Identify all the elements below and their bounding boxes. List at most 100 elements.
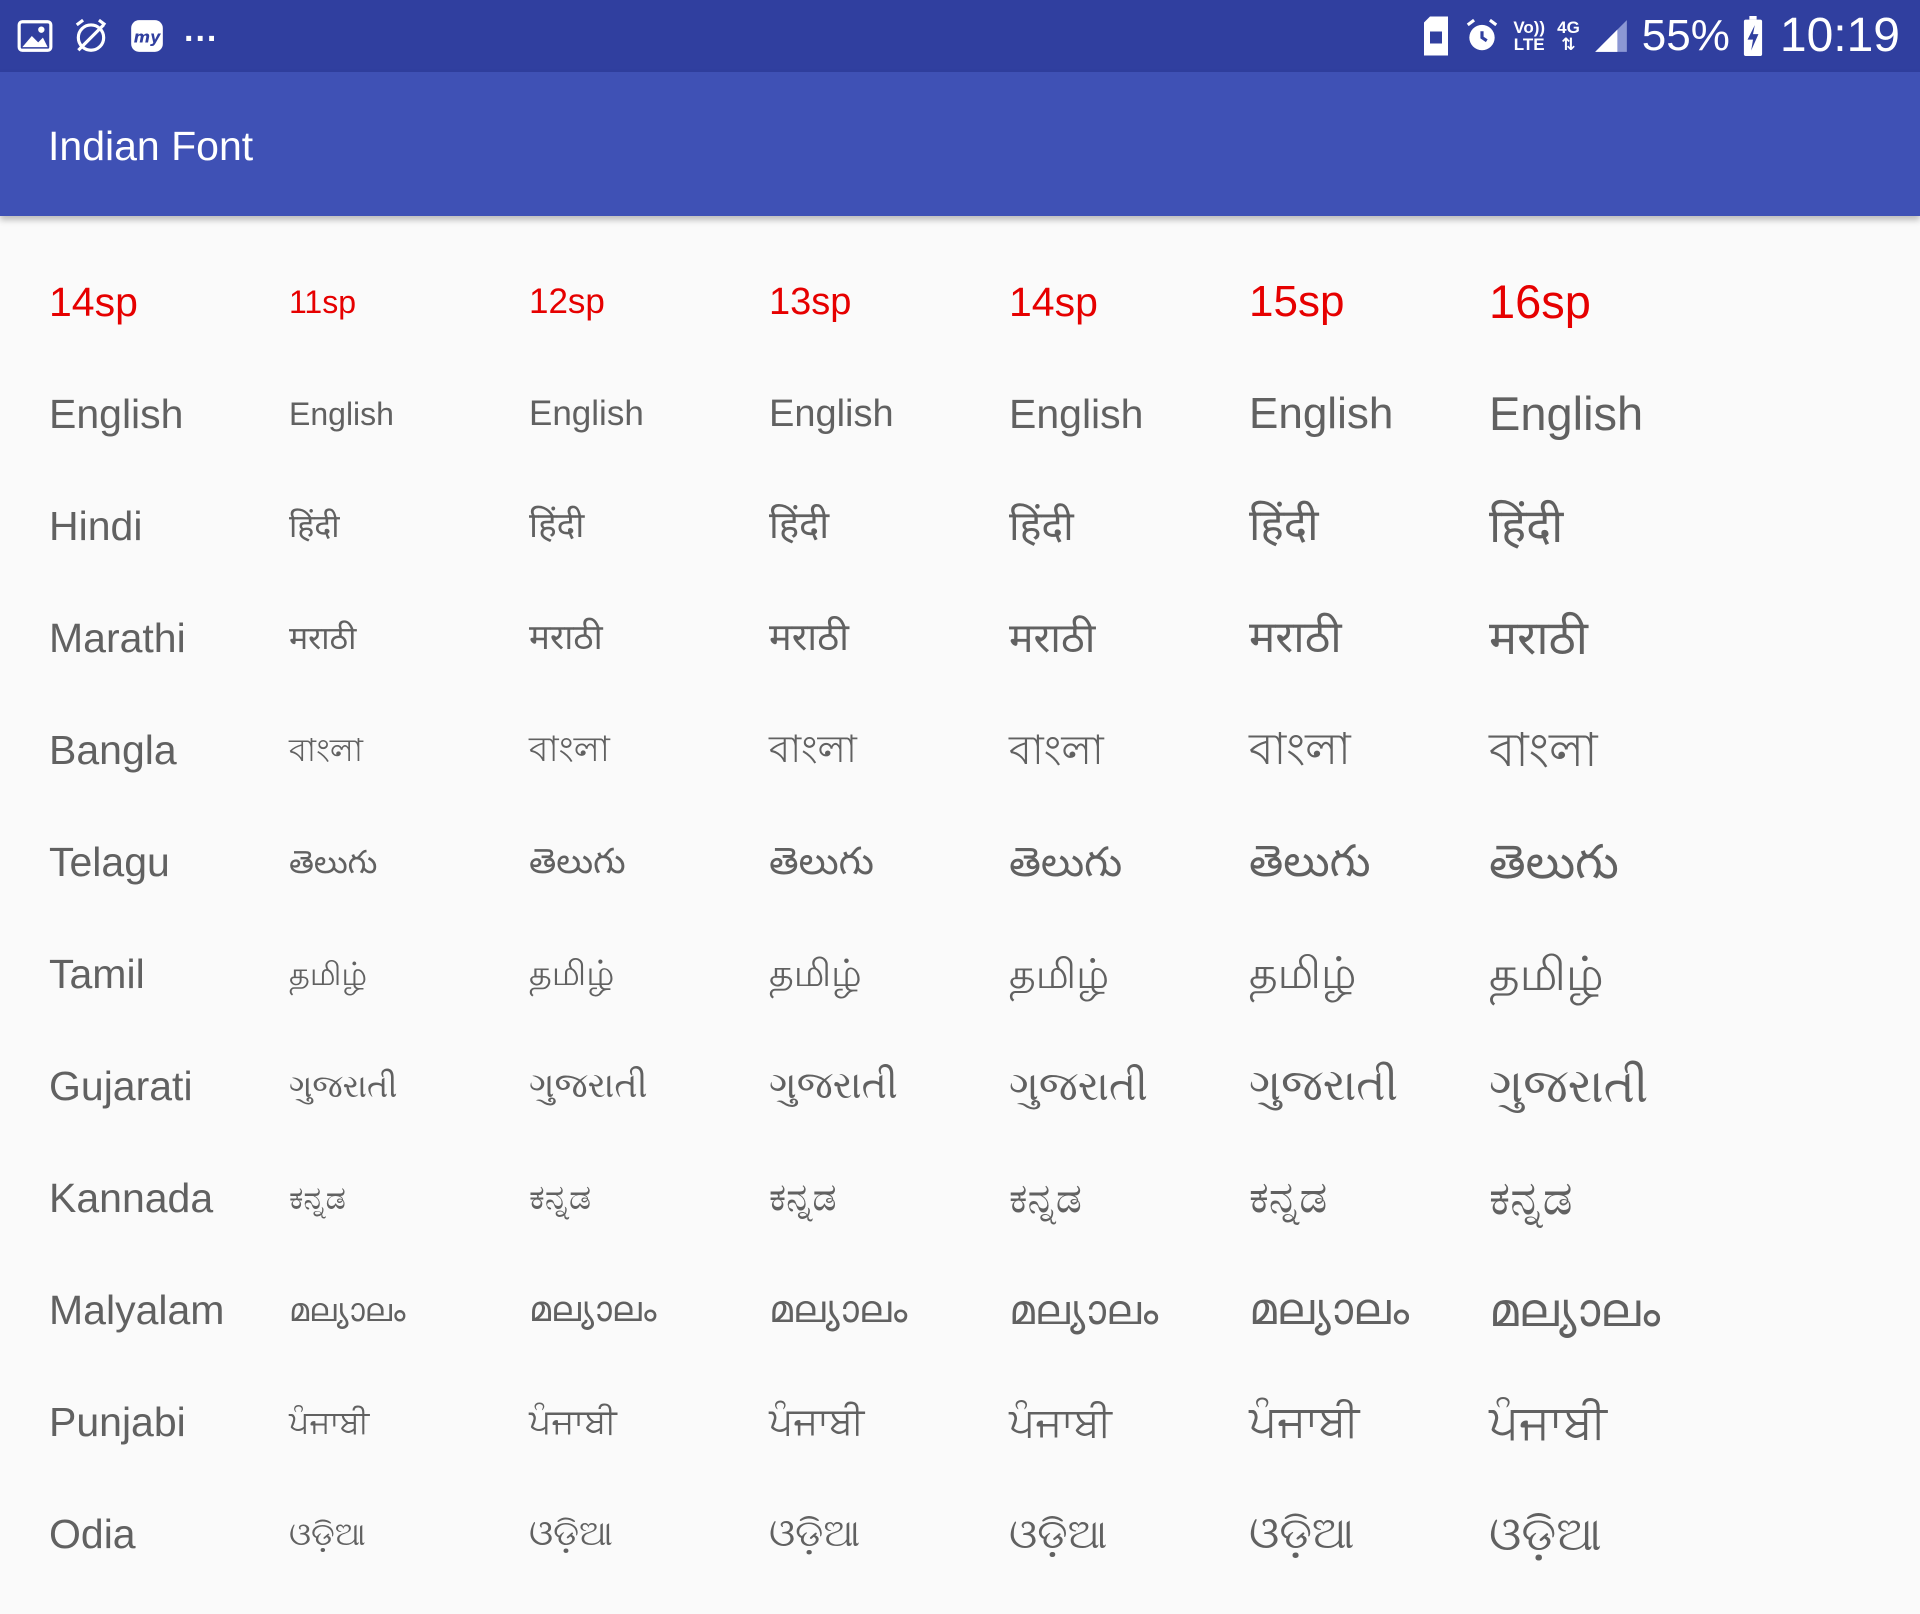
- font-sample: ગુજરાતી: [1009, 1063, 1148, 1109]
- font-sample: ਪੰਜਾਬੀ: [1009, 1399, 1112, 1445]
- language-row: Tamil தமிழ் தமிழ் தமிழ் தமிழ் தமிழ் தமிழ்: [0, 918, 1920, 1030]
- font-sample: മല്യാലം: [1249, 1285, 1410, 1334]
- font-sample: मराठी: [1249, 613, 1342, 662]
- font-sample: English: [529, 394, 644, 433]
- network-indicator: 4G ⇅: [1557, 19, 1580, 53]
- image-icon: [16, 17, 54, 55]
- font-sample: বাংলা: [1489, 723, 1598, 776]
- font-sample: हिंदी: [769, 505, 830, 547]
- svg-text:my: my: [134, 27, 161, 46]
- font-sample: ಕನ್ನಡ: [1009, 1175, 1082, 1221]
- font-sample: తెలుగు: [1009, 839, 1123, 885]
- volte-top-label: Vo)): [1513, 18, 1546, 37]
- font-sample: తెలుగు: [1489, 835, 1619, 888]
- font-sample: বাংলা: [769, 729, 857, 771]
- font-sample: ਪੰਜਾਬੀ: [529, 1402, 617, 1441]
- language-row: Hindi हिंदी हिंदी हिंदी हिंदी हिंदी हिंदी: [0, 470, 1920, 582]
- font-sample: मराठी: [529, 618, 603, 657]
- font-sample: தமிழ்: [289, 956, 368, 992]
- font-sample: ગુજરાતી: [1489, 1059, 1649, 1112]
- language-label: Punjabi: [49, 1399, 186, 1445]
- size-header-cell: 15sp: [1249, 277, 1345, 326]
- sim-card-icon: [1421, 16, 1451, 56]
- size-header-cell: 11sp: [289, 284, 357, 320]
- network-type-label: 4G: [1557, 18, 1580, 37]
- font-sample: English: [1489, 387, 1644, 440]
- clock: 10:19: [1779, 9, 1900, 62]
- font-sample: ਪੰਜਾਬੀ: [289, 1404, 370, 1440]
- size-header-cell: 13sp: [769, 281, 852, 323]
- language-label: Malyalam: [49, 1287, 225, 1333]
- font-sample: ଓଡ଼ିଆ: [1249, 1509, 1355, 1558]
- font-sample: मराठी: [1009, 615, 1096, 661]
- font-sample: മല്യാലം: [1009, 1287, 1159, 1333]
- language-label: Marathi: [49, 615, 186, 661]
- volte-bottom-label: LTE: [1513, 35, 1545, 54]
- system-icons: Vo)) LTE 4G ⇅ 55% 10:19: [1421, 10, 1900, 62]
- app-bar: Indian Font: [0, 72, 1920, 216]
- font-sample: ਪੰਜਾਬੀ: [769, 1401, 865, 1443]
- language-row: Odia ଓଡ଼ିଆ ଓଡ଼ିଆ ଓଡ଼ିଆ ଓଡ଼ିଆ ଓଡ଼ିଆ ଓଡ଼ିଆ: [0, 1478, 1920, 1590]
- font-sample: తెలుగు: [289, 844, 378, 880]
- language-row: Malyalam മല്യാലം മല്യാലം മല്യാലം മല്യാലം മല്യ…: [0, 1254, 1920, 1366]
- alarm-icon: [1463, 17, 1501, 55]
- language-row: Kannada ಕನ್ನಡ ಕನ್ನಡ ಕನ್ನಡ ಕನ್ನಡ ಕನ್ನಡ ಕನ್ನಡ: [0, 1142, 1920, 1254]
- font-sample: हिंदी: [1249, 501, 1319, 550]
- font-sample: മല്യാലം: [289, 1292, 406, 1328]
- size-header-cell: 12sp: [529, 282, 605, 321]
- font-sample: English: [1249, 389, 1394, 438]
- font-sample: मराठी: [289, 620, 357, 656]
- font-sample: తెలుగు: [769, 841, 874, 883]
- size-header-cell: 14sp: [1009, 279, 1098, 325]
- status-bar: my ... Vo)) LTE 4G ⇅ 55% 10:19: [0, 0, 1920, 72]
- font-sample: தமிழ்: [1009, 951, 1110, 997]
- font-sample: ଓଡ଼ିଆ: [1489, 1507, 1602, 1560]
- font-sample: मराठी: [1489, 611, 1588, 664]
- font-sample: ગુજરાતી: [769, 1065, 898, 1107]
- font-sample: தமிழ்: [769, 953, 862, 995]
- font-sample: தமிழ்: [1249, 949, 1357, 998]
- volte-indicator: Vo)) LTE: [1513, 19, 1545, 53]
- data-arrows-icon: ⇅: [1561, 35, 1576, 54]
- font-sample: हिंदी: [1489, 499, 1564, 552]
- language-row: Bangla বাংলা বাংলা বাংলা বাংলা বাংলা বাংলা: [0, 694, 1920, 806]
- language-row: Marathi मराठी मराठी मराठी मराठी मराठी मराठी: [0, 582, 1920, 694]
- font-sample: ಕನ್ನಡ: [1249, 1173, 1328, 1222]
- language-label: Bangla: [49, 727, 177, 773]
- size-header-cell: 16sp: [1489, 275, 1591, 328]
- alarm-off-icon: [72, 17, 110, 55]
- font-sample: हिंदी: [1009, 503, 1074, 549]
- mytrip-icon: my: [128, 17, 166, 55]
- font-sample: मराठी: [769, 617, 850, 659]
- font-sample: മല്യാലം: [1489, 1283, 1661, 1336]
- font-sample: ଓଡ଼ିଆ: [529, 1514, 613, 1553]
- font-sample: ગુજરાતી: [529, 1066, 648, 1105]
- font-sample: हिंदी: [529, 506, 585, 545]
- language-label: Odia: [49, 1511, 136, 1557]
- font-sample: ଓଡ଼ିଆ: [1009, 1511, 1108, 1557]
- font-sample: தமிழ்: [529, 954, 615, 993]
- font-sample: ಕನ್ನಡ: [769, 1177, 837, 1219]
- font-sample: ਪੰਜਾਬੀ: [1249, 1397, 1360, 1446]
- font-sample: മല്യാലം: [529, 1290, 657, 1329]
- language-label: Telagu: [49, 839, 170, 885]
- font-sample: বাংলা: [289, 732, 363, 768]
- font-sample: ਪੰਜਾਬੀ: [1489, 1395, 1607, 1448]
- language-row: Telagu తెలుగు తెలుగు తెలుగు తెలుగు తెలుగు తెలు…: [0, 806, 1920, 918]
- notification-icons: my ...: [16, 11, 218, 58]
- language-label: Kannada: [49, 1175, 214, 1221]
- language-label: English: [49, 391, 184, 437]
- font-sample: English: [769, 393, 894, 435]
- font-sample: ગુજરાતી: [1249, 1061, 1399, 1110]
- font-sample: English: [289, 396, 394, 432]
- size-header-row: 14sp 11sp 12sp 13sp 14sp 15sp 16sp: [0, 246, 1920, 358]
- font-sample: বাংলা: [1009, 727, 1104, 773]
- battery-charging-icon: [1742, 16, 1764, 56]
- signal-icon: [1592, 17, 1630, 55]
- language-row: Punjabi ਪੰਜਾਬੀ ਪੰਜਾਬੀ ਪੰਜਾਬੀ ਪੰਜਾਬੀ ਪੰਜਾਬੀ ਪੰਜ…: [0, 1366, 1920, 1478]
- font-sample: ଓଡ଼ିଆ: [289, 1516, 366, 1552]
- font-sample: മല്യാലം: [769, 1289, 908, 1331]
- font-sample: ଓଡ଼ିଆ: [769, 1513, 861, 1555]
- language-label: Gujarati: [49, 1063, 193, 1109]
- font-sample: ಕನ್ನಡ: [289, 1180, 346, 1216]
